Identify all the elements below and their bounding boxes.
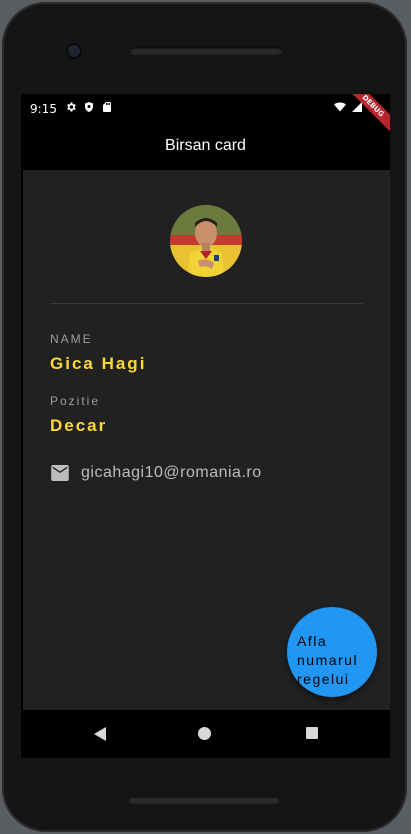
status-icons-left — [65, 101, 113, 113]
shield-icon — [85, 102, 93, 112]
name-value: Gica Hagi — [50, 354, 147, 373]
recents-icon[interactable] — [306, 727, 318, 739]
navigation-bar — [21, 710, 390, 758]
sd-card-icon — [103, 102, 111, 112]
avatar — [170, 205, 242, 277]
mail-icon — [51, 465, 69, 481]
wifi-icon — [334, 102, 346, 112]
front-camera — [68, 45, 80, 57]
position-label: Pozitie — [50, 394, 101, 408]
profile-card: NAME Gica Hagi Pozitie Decar gicahagi10@… — [23, 170, 390, 710]
app-bar-title: Birsan card — [165, 137, 246, 154]
email-row: gicahagi10@romania.ro — [50, 464, 262, 482]
home-icon[interactable] — [198, 727, 211, 740]
device-frame: 9:15 DEBUG Birsan card NAME Gica Hagi Po… — [2, 2, 407, 832]
find-king-number-button[interactable]: Afla numarul regelui — [287, 607, 377, 697]
name-label: NAME — [50, 332, 93, 346]
back-icon[interactable] — [93, 727, 107, 741]
app-bar: Birsan card — [21, 122, 390, 170]
divider — [50, 303, 363, 304]
status-time: 9:15 — [30, 102, 57, 116]
gear-icon — [67, 102, 76, 112]
screen: 9:15 DEBUG Birsan card NAME Gica Hagi Po… — [21, 94, 390, 758]
bottom-speaker — [128, 796, 280, 804]
status-bar: 9:15 DEBUG — [21, 94, 390, 135]
email-text: gicahagi10@romania.ro — [81, 464, 262, 481]
top-speaker — [130, 47, 282, 55]
profile-photo — [170, 205, 242, 277]
position-value: Decar — [50, 416, 108, 435]
